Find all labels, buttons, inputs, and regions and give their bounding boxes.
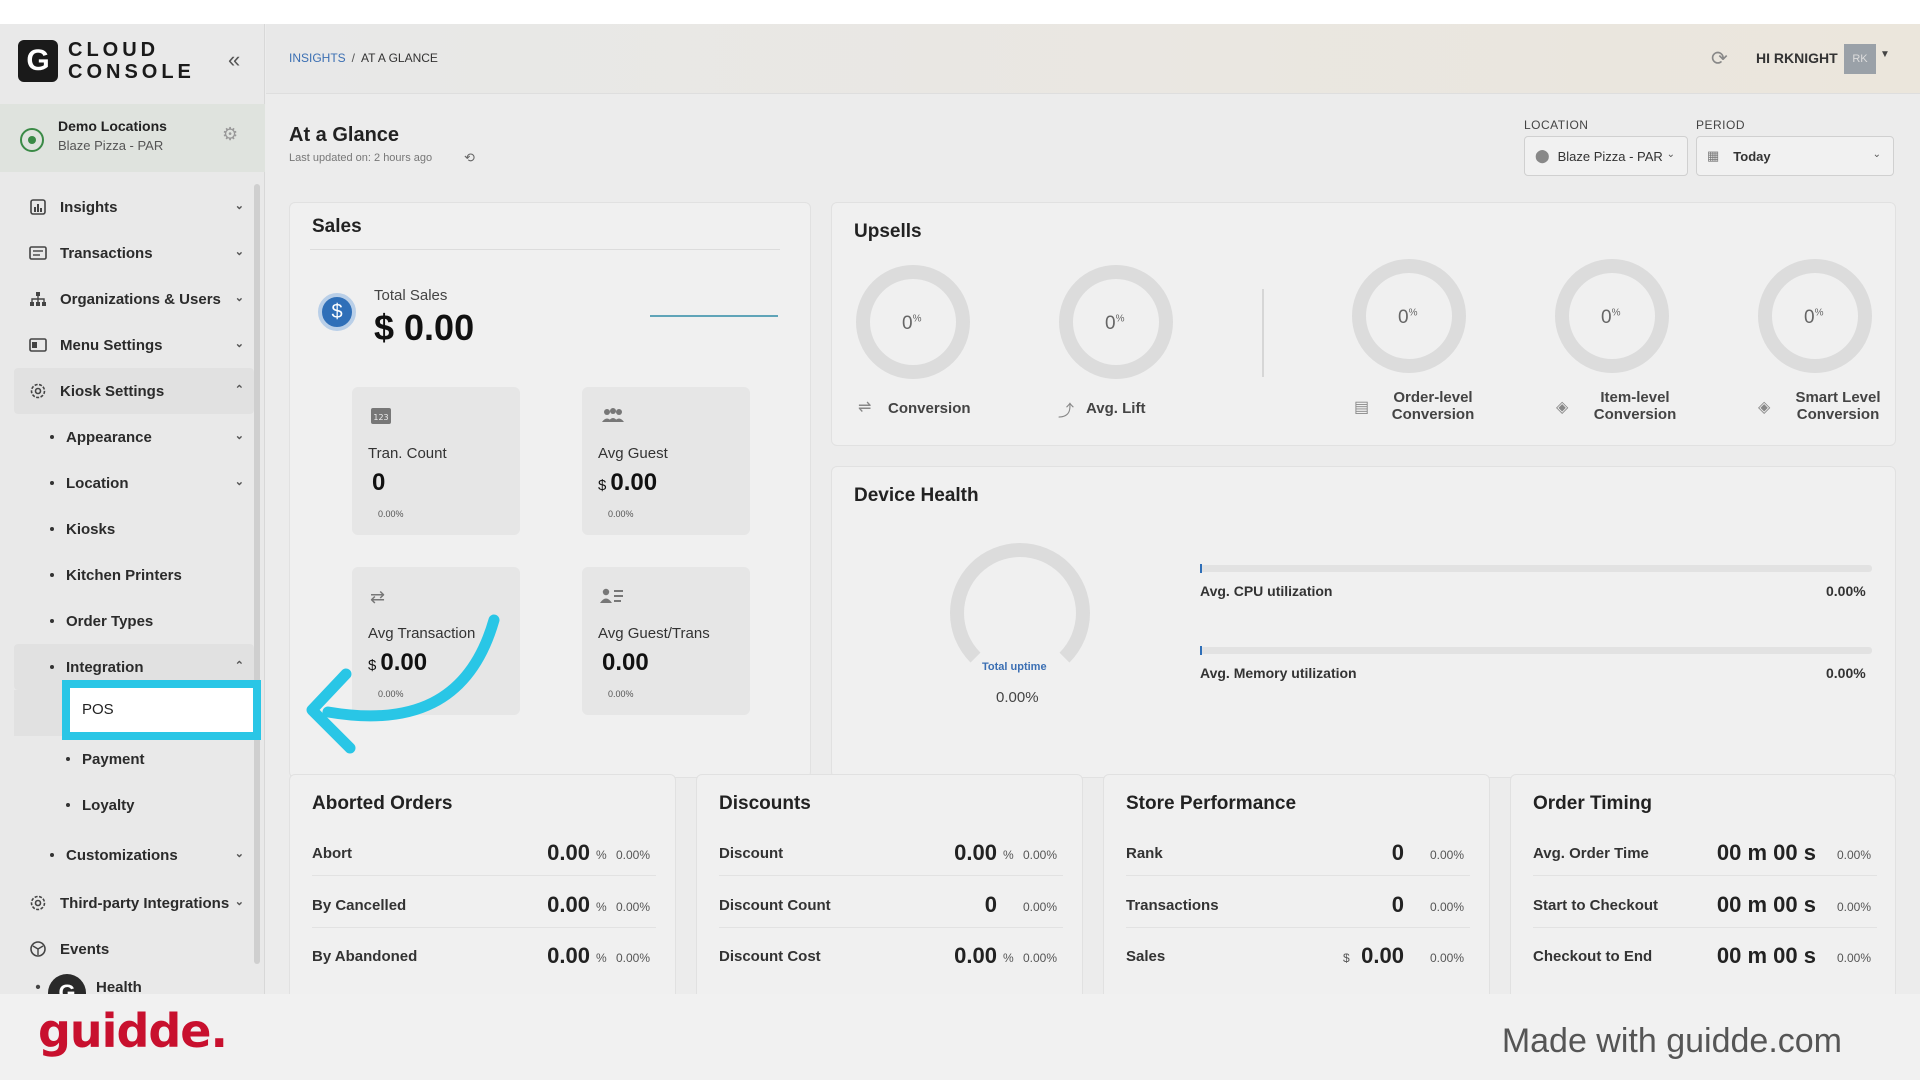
guidde-logo: guidde.	[38, 1004, 228, 1058]
top-strip	[0, 0, 1920, 24]
made-with-text: Made with guidde.com	[1501, 1022, 1842, 1060]
app-window: G CLOUD CONSOLE « Demo Locations Blaze P…	[0, 24, 1920, 994]
guidance-arrow-icon	[306, 614, 500, 754]
footer-bar: guidde. Made with guidde.com	[0, 994, 1920, 1080]
